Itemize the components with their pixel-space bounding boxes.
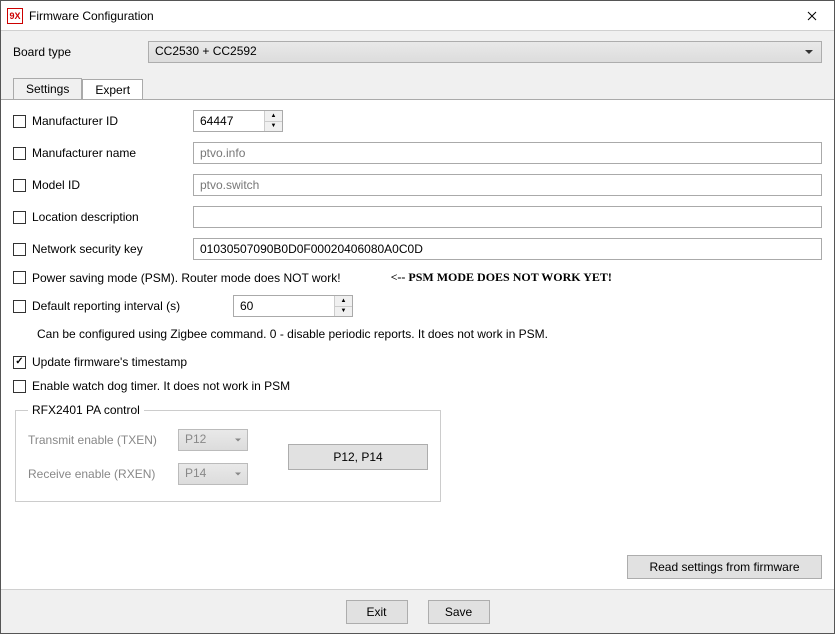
psm-checkbox[interactable] <box>13 271 26 284</box>
tabs: Settings Expert <box>13 78 822 100</box>
window-title: Firmware Configuration <box>29 9 789 23</box>
update-ts-label: Update firmware's timestamp <box>32 355 187 369</box>
manufacturer-id-input[interactable] <box>194 111 264 131</box>
location-desc-checkbox[interactable] <box>13 211 26 224</box>
manufacturer-id-row: Manufacturer ID ▲ ▼ <box>13 110 822 132</box>
spinner-up-icon[interactable]: ▲ <box>335 296 352 307</box>
save-button[interactable]: Save <box>428 600 490 624</box>
report-interval-note: Can be configured using Zigbee command. … <box>37 327 822 341</box>
app-icon: 9X <box>7 8 23 24</box>
model-id-label: Model ID <box>32 178 80 192</box>
psm-row: Power saving mode (PSM). Router mode doe… <box>13 270 822 285</box>
psm-annotation: <-- PSM MODE DOES NOT WORK YET! <box>391 270 612 285</box>
report-interval-row: Default reporting interval (s) ▲ ▼ <box>13 295 822 317</box>
report-interval-checkbox[interactable] <box>13 300 26 313</box>
manufacturer-id-spinner[interactable]: ▲ ▼ <box>193 110 283 132</box>
tab-settings[interactable]: Settings <box>13 78 82 100</box>
txen-label: Transmit enable (TXEN) <box>28 433 178 447</box>
location-desc-row: Location description <box>13 206 822 228</box>
manufacturer-name-row: Manufacturer name <box>13 142 822 164</box>
update-ts-checkbox[interactable] <box>13 356 26 369</box>
rxen-select: P14 <box>178 463 248 485</box>
window: 9X Firmware Configuration Board type CC2… <box>0 0 835 634</box>
pa-control-group: RFX2401 PA control Transmit enable (TXEN… <box>15 403 441 502</box>
pa-legend: RFX2401 PA control <box>28 403 144 417</box>
rxen-label: Receive enable (RXEN) <box>28 467 178 481</box>
txen-select: P12 <box>178 429 248 451</box>
update-ts-row: Update firmware's timestamp <box>13 355 822 369</box>
spinner-up-icon[interactable]: ▲ <box>265 111 282 122</box>
psm-label: Power saving mode (PSM). Router mode doe… <box>32 271 341 285</box>
network-key-checkbox[interactable] <box>13 243 26 256</box>
report-interval-input[interactable] <box>234 296 334 316</box>
model-id-row: Model ID <box>13 174 822 196</box>
model-id-checkbox[interactable] <box>13 179 26 192</box>
close-button[interactable] <box>789 1 834 31</box>
location-desc-input[interactable] <box>193 206 822 228</box>
model-id-input[interactable] <box>193 174 822 196</box>
exit-button[interactable]: Exit <box>346 600 408 624</box>
titlebar: 9X Firmware Configuration <box>1 1 834 31</box>
close-icon <box>807 11 817 21</box>
manufacturer-name-input[interactable] <box>193 142 822 164</box>
board-type-select[interactable]: CC2530 + CC2592 <box>148 41 822 63</box>
upper-panel: Board type CC2530 + CC2592 Settings Expe… <box>1 31 834 99</box>
manufacturer-name-checkbox[interactable] <box>13 147 26 160</box>
spinner-down-icon[interactable]: ▼ <box>335 307 352 317</box>
location-desc-label: Location description <box>32 210 139 224</box>
network-key-row: Network security key <box>13 238 822 260</box>
watchdog-row: Enable watch dog timer. It does not work… <box>13 379 822 393</box>
pa-summary-button[interactable]: P12, P14 <box>288 444 428 470</box>
report-interval-label: Default reporting interval (s) <box>32 299 180 313</box>
footer: Exit Save <box>1 589 834 633</box>
network-key-input[interactable] <box>193 238 822 260</box>
watchdog-label: Enable watch dog timer. It does not work… <box>32 379 290 393</box>
txen-value: P12 <box>185 432 206 446</box>
board-type-row: Board type CC2530 + CC2592 <box>13 41 822 63</box>
watchdog-checkbox[interactable] <box>13 380 26 393</box>
tab-content-expert: Manufacturer ID ▲ ▼ Manufacturer name Mo… <box>1 99 834 589</box>
network-key-label: Network security key <box>32 242 143 256</box>
spinner-down-icon[interactable]: ▼ <box>265 122 282 132</box>
manufacturer-name-label: Manufacturer name <box>32 146 136 160</box>
report-interval-spinner[interactable]: ▲ ▼ <box>233 295 353 317</box>
board-type-value: CC2530 + CC2592 <box>155 44 257 58</box>
rxen-value: P14 <box>185 466 206 480</box>
read-settings-button[interactable]: Read settings from firmware <box>627 555 822 579</box>
manufacturer-id-label: Manufacturer ID <box>32 114 118 128</box>
board-type-label: Board type <box>13 45 148 59</box>
tab-expert[interactable]: Expert <box>82 79 143 101</box>
manufacturer-id-checkbox[interactable] <box>13 115 26 128</box>
